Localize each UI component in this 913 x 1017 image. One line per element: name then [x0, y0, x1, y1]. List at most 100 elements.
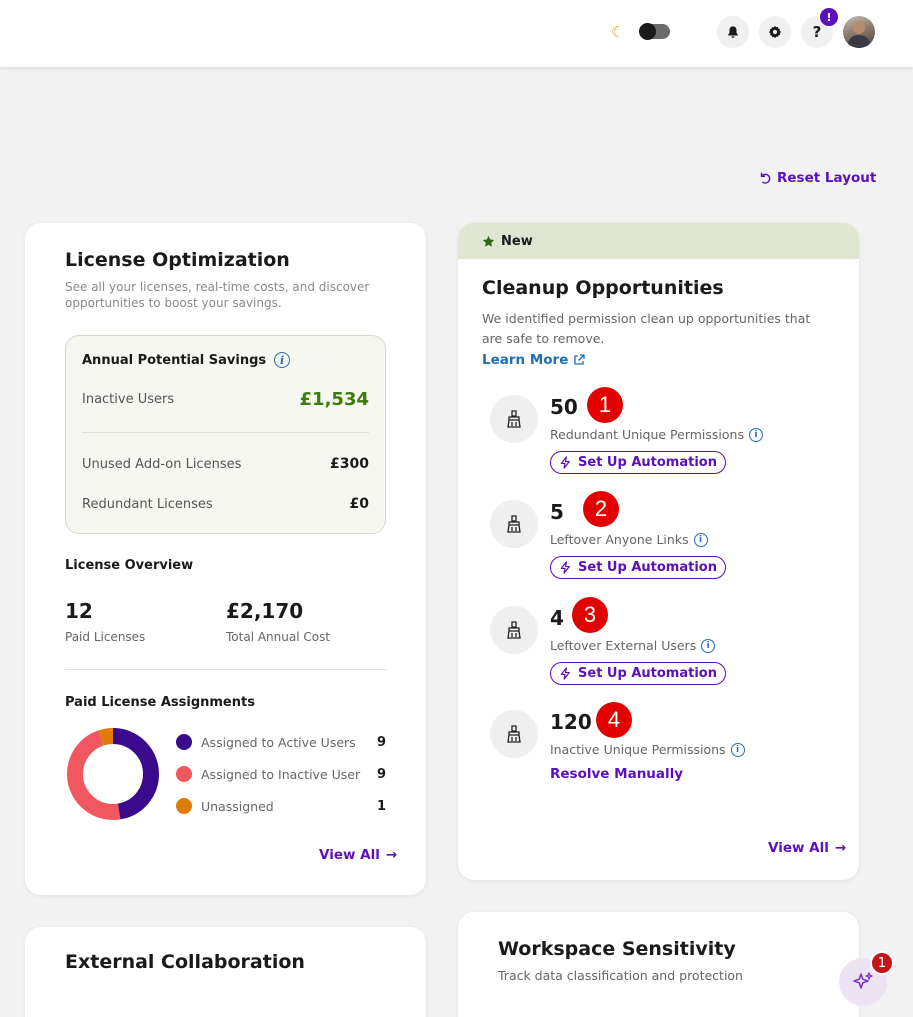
opportunity-icon-wrap — [490, 710, 538, 758]
broom-icon — [507, 621, 521, 639]
reset-icon — [760, 172, 771, 184]
external-link-icon — [574, 354, 586, 365]
info-icon[interactable]: i — [701, 638, 716, 653]
arrow-right-icon: → — [834, 840, 847, 856]
cleanup-view-all-link[interactable]: View All → — [768, 840, 846, 856]
set-up-automation-button[interactable]: Set Up Automation — [550, 556, 726, 579]
opportunity-label: Leftover Anyone Links — [550, 532, 689, 547]
license-title: License Optimization — [65, 249, 290, 271]
legend-row: Unassigned 1 — [176, 798, 386, 814]
settings-button[interactable] — [759, 16, 791, 48]
license-description: See all your licenses, real-time costs, … — [65, 280, 370, 310]
savings-row-addon: Unused Add-on Licenses £300 — [82, 456, 369, 472]
info-icon[interactable]: i — [748, 427, 763, 442]
legend-value: 9 — [376, 766, 386, 782]
external-title: External Collaboration — [65, 951, 305, 973]
savings-header: Annual Potential Savings i — [82, 352, 291, 368]
resolve-manually-link[interactable]: Resolve Manually — [550, 766, 683, 782]
external-collaboration-card: External Collaboration — [25, 927, 426, 1017]
top-bar: ☾ ? ! — [0, 0, 913, 67]
toggle-knob — [639, 23, 656, 40]
opportunity-label: Inactive Unique Permissions — [550, 742, 726, 757]
savings-panel: Annual Potential Savings i Inactive User… — [65, 335, 386, 534]
help-label: ? — [812, 23, 822, 41]
learn-more-label: Learn More — [482, 352, 569, 368]
opportunity-label: Redundant Unique Permissions — [550, 427, 744, 442]
lightning-icon — [560, 667, 570, 680]
license-view-all-link[interactable]: View All → — [319, 847, 397, 863]
cleanup-title: Cleanup Opportunities — [482, 277, 724, 299]
marker-badge: 2 — [583, 491, 619, 527]
workspace-sensitivity-card: Workspace Sensitivity Track data classif… — [458, 912, 859, 1017]
opportunity-label-row: Redundant Unique Permissions i — [550, 427, 763, 442]
broom-icon — [507, 515, 521, 533]
license-optimization-card: License Optimization See all your licens… — [25, 223, 426, 895]
theme-toggle[interactable] — [639, 23, 670, 40]
legend-row: Assigned to Inactive User 9 — [176, 766, 386, 782]
savings-value: £1,534 — [299, 389, 369, 410]
reset-layout-button[interactable]: Reset Layout — [758, 170, 876, 186]
legend-dot-active — [176, 734, 192, 750]
legend-label: Assigned to Active Users — [201, 734, 356, 750]
total-cost-value: £2,170 — [226, 599, 304, 623]
reset-layout-label: Reset Layout — [777, 170, 877, 186]
opportunity-label-row: Leftover Anyone Links i — [550, 532, 708, 547]
savings-divider — [82, 432, 369, 433]
avatar[interactable] — [843, 16, 875, 48]
info-icon[interactable]: i — [693, 532, 708, 547]
lightning-icon — [560, 561, 570, 574]
info-icon[interactable]: i — [274, 352, 291, 368]
workspace-title: Workspace Sensitivity — [498, 938, 736, 960]
assignments-donut-chart — [67, 728, 159, 820]
info-icon[interactable]: i — [730, 742, 745, 757]
total-cost-label: Total Annual Cost — [226, 630, 331, 644]
savings-value: £0 — [349, 496, 369, 512]
notifications-button[interactable] — [717, 16, 749, 48]
opportunity-icon-wrap — [490, 500, 538, 548]
arrow-right-icon: → — [385, 847, 398, 863]
new-badge-label: New — [501, 233, 533, 249]
broom-icon — [507, 410, 521, 428]
legend-label: Unassigned — [201, 798, 274, 814]
opportunity-count: 4 — [550, 606, 564, 630]
view-all-label: View All — [768, 840, 829, 856]
paid-licenses-label: Paid Licenses — [65, 630, 146, 644]
marker-badge: 4 — [596, 702, 632, 738]
marker-badge: 1 — [587, 387, 623, 423]
set-up-automation-button[interactable]: Set Up Automation — [550, 662, 726, 685]
learn-more-link[interactable]: Learn More — [482, 352, 586, 368]
opportunity-count: 50 — [550, 395, 578, 419]
set-up-automation-button[interactable]: Set Up Automation — [550, 451, 726, 474]
savings-title: Annual Potential Savings — [82, 352, 267, 368]
new-banner: New — [458, 223, 859, 259]
savings-label: Inactive Users — [82, 392, 175, 407]
assistant-badge: 1 — [870, 951, 894, 975]
legend-value: 9 — [376, 734, 386, 750]
help-alert-badge: ! — [820, 8, 838, 26]
legend-row: Assigned to Active Users 9 — [176, 734, 386, 750]
opportunity-icon-wrap — [490, 395, 538, 443]
assignments-title: Paid License Assignments — [65, 695, 255, 710]
legend-label: Assigned to Inactive User — [201, 766, 361, 782]
workspace-description: Track data classification and protection — [498, 968, 743, 983]
paid-licenses-value: 12 — [65, 599, 93, 623]
legend-dot-unassigned — [176, 798, 192, 814]
opportunity-label-row: Inactive Unique Permissions i — [550, 742, 745, 757]
automation-label: Set Up Automation — [578, 666, 717, 681]
broom-icon — [507, 725, 521, 743]
savings-row-inactive: Inactive Users £1,534 — [82, 389, 369, 410]
opportunity-count: 120 — [550, 710, 592, 734]
opportunity-label-row: Leftover External Users i — [550, 638, 716, 653]
opportunity-count: 5 — [550, 500, 564, 524]
savings-label: Redundant Licenses — [82, 496, 213, 512]
avatar-head — [853, 21, 865, 34]
sparkle-icon — [853, 972, 873, 989]
automation-label: Set Up Automation — [578, 455, 717, 470]
gear-icon — [768, 25, 782, 39]
opportunity-label: Leftover External Users — [550, 638, 697, 653]
automation-label: Set Up Automation — [578, 560, 717, 575]
star-icon — [482, 235, 495, 247]
lightning-icon — [560, 456, 570, 469]
bell-icon — [728, 26, 738, 38]
marker-badge: 3 — [572, 597, 608, 633]
